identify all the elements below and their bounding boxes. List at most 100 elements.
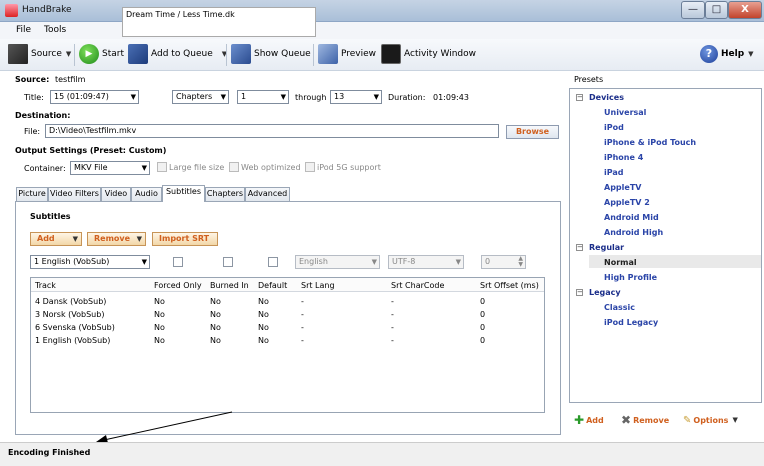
burned-in-checkbox[interactable]	[223, 257, 233, 267]
chevron-down-icon: ▼	[748, 50, 754, 58]
chevron-down-icon: ▼	[371, 258, 377, 266]
minimize-button[interactable]: —	[681, 1, 705, 19]
ipod-5g-checkbox[interactable]	[305, 162, 315, 172]
activity-window-button[interactable]: Activity Window	[381, 42, 476, 66]
preset-ipod-legacy[interactable]: iPod Legacy	[604, 318, 658, 327]
collapse-icon[interactable]: −	[576, 94, 583, 101]
preset-appletv-2[interactable]: AppleTV 2	[604, 198, 650, 207]
plus-icon: ✚	[574, 413, 585, 427]
preset-appletv[interactable]: AppleTV	[604, 183, 641, 192]
column-header-track[interactable]: Track	[35, 281, 56, 290]
chevron-down-icon: ▼	[455, 258, 461, 266]
add-to-queue-button[interactable]: Add to Queue ▼	[128, 42, 227, 66]
column-header-srt-lang[interactable]: Srt Lang	[301, 281, 335, 290]
preset-normal[interactable]: Normal	[604, 258, 637, 267]
destination-label: Destination:	[15, 111, 71, 120]
chevron-down-icon: ▼	[65, 50, 72, 58]
menu-tools[interactable]: Tools	[44, 25, 66, 35]
close-button[interactable]: X	[728, 1, 762, 19]
title-dropdown[interactable]: 15 (01:09:47) ▼	[50, 90, 139, 104]
through-label: through	[295, 93, 327, 102]
table-row-2-srt-lang: -	[301, 310, 304, 319]
chapter-end-dropdown[interactable]: 13 ▼	[330, 90, 382, 104]
preview-window-icon	[318, 44, 338, 64]
srt-lang-dropdown[interactable]: English ▼	[295, 255, 380, 269]
options-icon: ✎	[683, 414, 692, 426]
chevron-down-icon: ▼	[130, 93, 136, 101]
title-label: Title:	[24, 93, 44, 102]
tab-advanced[interactable]: Advanced	[245, 187, 290, 201]
tab-picture[interactable]: Picture	[16, 187, 48, 201]
preset-high-profile[interactable]: High Profile	[604, 273, 657, 282]
large-file-checkbox[interactable]	[157, 162, 167, 172]
default-checkbox[interactable]	[268, 257, 278, 267]
menu-file[interactable]: File	[16, 25, 31, 35]
source-name: testfilm	[55, 75, 86, 84]
preset-iphone-ipod-touch[interactable]: iPhone & iPod Touch	[604, 138, 696, 147]
tab-video[interactable]: Video	[101, 187, 131, 201]
chevron-down-icon: ▼	[280, 93, 286, 101]
preset-universal[interactable]: Universal	[604, 108, 646, 117]
table-row-1-srt-lang: -	[301, 297, 304, 306]
handbrake-app-icon	[5, 4, 18, 17]
preview-button[interactable]: Preview	[318, 42, 376, 66]
file-path-input[interactable]: D:\Video\Testfilm.mkv	[45, 124, 499, 138]
source-button[interactable]: Source ▼	[8, 42, 71, 66]
preset-ipad[interactable]: iPad	[604, 168, 624, 177]
column-header-srt-offset[interactable]: Srt Offset (ms)	[480, 281, 539, 290]
table-row-4-track[interactable]: 1 English (VobSub)	[35, 336, 110, 345]
presets-tree: − Devices Universal iPod iPhone & iPod T…	[569, 88, 762, 403]
import-srt-button[interactable]: Import SRT	[152, 232, 218, 246]
preset-options-button[interactable]: ✎ Options ▼	[683, 413, 738, 427]
tab-audio[interactable]: Audio	[131, 187, 162, 201]
table-row-3-burned: No	[210, 323, 221, 332]
chapters-mode-dropdown[interactable]: Chapters ▼	[172, 90, 229, 104]
table-row-2-burned: No	[210, 310, 221, 319]
remove-preset-button[interactable]: ✖ Remove	[621, 413, 669, 427]
ipod-5g-label: iPod 5G support	[317, 163, 381, 172]
preset-android-high[interactable]: Android High	[604, 228, 663, 237]
srt-charcode-dropdown[interactable]: UTF-8 ▼	[388, 255, 464, 269]
container-dropdown[interactable]: MKV File ▼	[70, 161, 150, 175]
srt-offset-stepper[interactable]: 0 ▲ ▼	[481, 255, 526, 269]
play-icon: ▶	[79, 44, 99, 64]
subtitle-track-dropdown[interactable]: 1 English (VobSub) ▼	[30, 255, 150, 269]
maximize-button[interactable]: □	[705, 1, 728, 19]
add-subtitle-button[interactable]: Add ▼	[30, 232, 82, 246]
subtitle-tracks-table: Track Forced Only Burned In Default Srt …	[30, 277, 545, 413]
table-row-4-burned: No	[210, 336, 221, 345]
table-row-3-track[interactable]: 6 Svenska (VobSub)	[35, 323, 115, 332]
preset-group-regular[interactable]: Regular	[589, 243, 624, 252]
start-button[interactable]: ▶ Start	[79, 42, 124, 66]
table-row-2-track[interactable]: 3 Norsk (VobSub)	[35, 310, 104, 319]
toolbar-separator	[313, 44, 314, 66]
table-row-1-track[interactable]: 4 Dansk (VobSub)	[35, 297, 106, 306]
column-header-forced-only[interactable]: Forced Only	[154, 281, 202, 290]
column-header-burned-in[interactable]: Burned In	[210, 281, 249, 290]
web-optimized-checkbox[interactable]	[229, 162, 239, 172]
table-header	[31, 278, 544, 292]
table-row-4-forced: No	[154, 336, 165, 345]
column-header-default[interactable]: Default	[258, 281, 287, 290]
collapse-icon[interactable]: −	[576, 244, 583, 251]
chapter-start-dropdown[interactable]: 1 ▼	[237, 90, 289, 104]
add-preset-button[interactable]: ✚ Add	[574, 413, 604, 427]
tab-video-filters[interactable]: Video Filters	[48, 187, 101, 201]
preset-ipod[interactable]: iPod	[604, 123, 624, 132]
collapse-icon[interactable]: −	[576, 289, 583, 296]
table-row-1-forced: No	[154, 297, 165, 306]
preset-iphone-4[interactable]: iPhone 4	[604, 153, 643, 162]
browse-button[interactable]: Browse	[506, 125, 559, 139]
preset-group-legacy[interactable]: Legacy	[589, 288, 621, 297]
preset-classic[interactable]: Classic	[604, 303, 635, 312]
preset-group-devices[interactable]: Devices	[589, 93, 624, 102]
remove-subtitle-button[interactable]: Remove ▼	[87, 232, 146, 246]
help-button[interactable]: ? Help ▼	[700, 42, 754, 66]
forced-only-checkbox[interactable]	[173, 257, 183, 267]
tab-chapters[interactable]: Chapters	[205, 187, 245, 201]
show-queue-button[interactable]: Show Queue	[231, 42, 311, 66]
column-header-srt-charcode[interactable]: Srt CharCode	[391, 281, 444, 290]
chevron-down-icon: ▼	[220, 93, 226, 101]
tab-subtitles[interactable]: Subtitles	[162, 185, 205, 202]
preset-android-mid[interactable]: Android Mid	[604, 213, 659, 222]
